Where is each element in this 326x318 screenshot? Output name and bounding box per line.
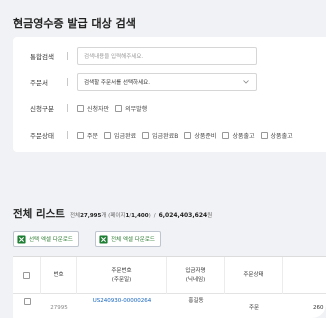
order-table: 번호 주문번호 (주문일) 입금자명 (닉네임) 주문상태 27995 US24…	[13, 256, 326, 318]
row-divider	[67, 52, 68, 60]
amount-unit: 원	[207, 213, 213, 219]
select-all-checkbox[interactable]	[23, 272, 30, 279]
row-status: 주문	[248, 305, 260, 311]
keyword-label: 통합검색	[30, 53, 54, 61]
select-excel-label: 선택 엑셀 다운로드	[29, 237, 73, 243]
checkbox-box	[260, 131, 268, 139]
apply-type-checks: 신청자만 의무발행	[77, 104, 153, 113]
order-form-select[interactable]: 검색할 주문서를 선택하세요.	[77, 73, 257, 91]
search-row-order-form: 주문서 검색할 주문서를 선택하세요.	[13, 72, 326, 92]
order-status-checks: 주문 입금완료 입금완료B 상품준비 상품출고 상품출고	[77, 131, 299, 140]
row-checkbox[interactable]	[23, 298, 31, 305]
row-divider	[67, 78, 68, 86]
status-shipped-checkbox[interactable]: 상품출고	[222, 131, 255, 140]
amount-separator: /	[153, 213, 156, 219]
excel-icon	[17, 234, 26, 244]
all-excel-label: 전체 엑셀 다운로드	[111, 237, 155, 243]
header-select-all	[13, 257, 41, 294]
order-form-value: 검색할 주문서를 선택하세요.	[84, 80, 150, 86]
chevron-down-icon	[243, 80, 249, 84]
checkbox-box	[142, 131, 150, 139]
list-summary: 전체 리스트 전체27,995개 (페이지1/1,400) / 6,024,40…	[13, 206, 212, 221]
status-paid-checkbox[interactable]: 입금완료	[104, 131, 136, 140]
status-order-checkbox[interactable]: 주문	[77, 131, 98, 140]
header-status: 주문상태	[225, 257, 283, 294]
status-paid-b-checkbox[interactable]: 입금완료B	[142, 131, 178, 140]
search-section-title: 현금영수증 발급 대상 검색	[13, 17, 136, 30]
excel-icon	[99, 234, 108, 244]
list-count-text: 전체27,995개 (페이지1/1,400)	[69, 213, 151, 219]
checkbox-box	[115, 104, 123, 112]
checkbox-box	[184, 131, 192, 139]
checkbox-box	[104, 131, 112, 139]
search-row-order-status: 주문상태 주문 입금완료 입금완료B 상품준비 상품출고 상품출고	[13, 125, 326, 145]
total-pages: 1,400	[131, 213, 149, 219]
search-card: 통합검색 검색내용을 입력해주세요. 주문서 검색할 주문서를 선택하세요. 신…	[13, 37, 326, 152]
total-amount: 6,024,403,624	[158, 212, 208, 219]
apply-type-label: 신청구분	[30, 105, 54, 113]
list-count: 27,995	[80, 213, 102, 219]
keyword-placeholder: 검색내용을 입력해주세요.	[84, 54, 144, 60]
header-no: 번호	[41, 257, 77, 294]
status-shipped-2-checkbox[interactable]: 상품출고	[260, 131, 293, 140]
status-preparing-checkbox[interactable]: 상품준비	[184, 131, 216, 140]
page-frame: 현금영수증 발급 대상 검색 통합검색 검색내용을 입력해주세요. 주문서 검색…	[0, 0, 326, 318]
row-divider	[67, 104, 68, 112]
row-order-no-link[interactable]: US240930-00000264	[77, 295, 167, 318]
header-depositor: 입금자명 (닉네임)	[167, 257, 225, 294]
order-status-label: 주문상태	[30, 132, 54, 140]
list-title: 전체 리스트	[13, 208, 65, 220]
apply-applicant-checkbox[interactable]: 신청자만	[77, 104, 109, 113]
keyword-search-input[interactable]: 검색내용을 입력해주세요.	[77, 47, 257, 65]
checkbox-box	[77, 131, 84, 139]
order-form-label: 주문서	[30, 79, 48, 87]
search-row-keyword: 통합검색 검색내용을 입력해주세요.	[13, 46, 326, 66]
select-excel-download-button[interactable]: 선택 엑셀 다운로드	[13, 231, 79, 247]
row-extra: 260	[313, 305, 324, 311]
row-no: 27995	[50, 305, 68, 311]
table-header: 번호 주문번호 (주문일) 입금자명 (닉네임) 주문상태	[13, 257, 326, 294]
apply-mandatory-checkbox[interactable]: 의무발행	[115, 104, 147, 113]
search-row-apply-type: 신청구분 신청자만 의무발행	[13, 98, 326, 118]
row-select	[13, 295, 41, 318]
row-divider	[67, 131, 68, 139]
checkbox-box	[222, 131, 230, 139]
header-extra	[283, 257, 326, 294]
row-depositor: 홍길동	[188, 298, 204, 304]
checkbox-box	[77, 104, 84, 112]
all-excel-download-button[interactable]: 전체 엑셀 다운로드	[95, 231, 161, 247]
header-order-no: 주문번호 (주문일)	[77, 257, 167, 294]
